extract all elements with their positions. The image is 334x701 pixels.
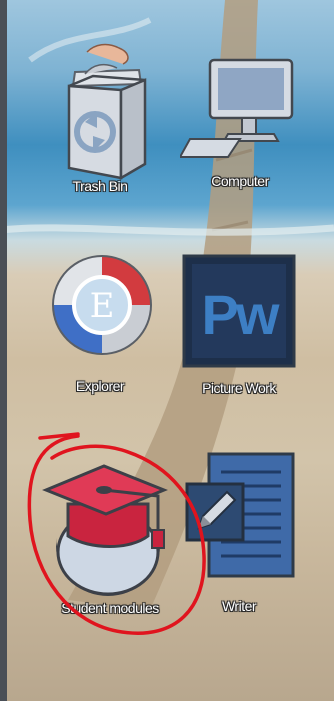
computer-desktop-icon[interactable]: Computer: [180, 55, 300, 195]
writer-label: Writer: [221, 598, 257, 614]
trash-bin-desktop-icon[interactable]: Trash Bin: [45, 40, 155, 200]
trash-bin-icon: [67, 43, 147, 181]
student-modules-desktop-icon[interactable]: Student modules: [40, 460, 190, 620]
explorer-label: Explorer: [75, 378, 125, 394]
picture-work-logo-text: Pw: [202, 283, 280, 346]
desktop: Trash Bin Computer E Explorer Pw Picture…: [0, 0, 334, 701]
student-modules-label: Student modules: [61, 600, 159, 616]
graduation-cap-icon: [42, 464, 168, 596]
trash-bin-label: Trash Bin: [72, 178, 128, 194]
writer-icon: [185, 452, 295, 578]
left-edge-bar: [0, 0, 7, 701]
picture-work-label: Picture Work: [202, 380, 276, 396]
writer-desktop-icon[interactable]: Writer: [183, 450, 303, 620]
computer-label: Computer: [211, 173, 269, 189]
picture-work-desktop-icon[interactable]: Pw Picture Work: [180, 252, 300, 402]
explorer-logo-letter: E: [90, 286, 115, 326]
explorer-desktop-icon[interactable]: E Explorer: [40, 250, 160, 400]
